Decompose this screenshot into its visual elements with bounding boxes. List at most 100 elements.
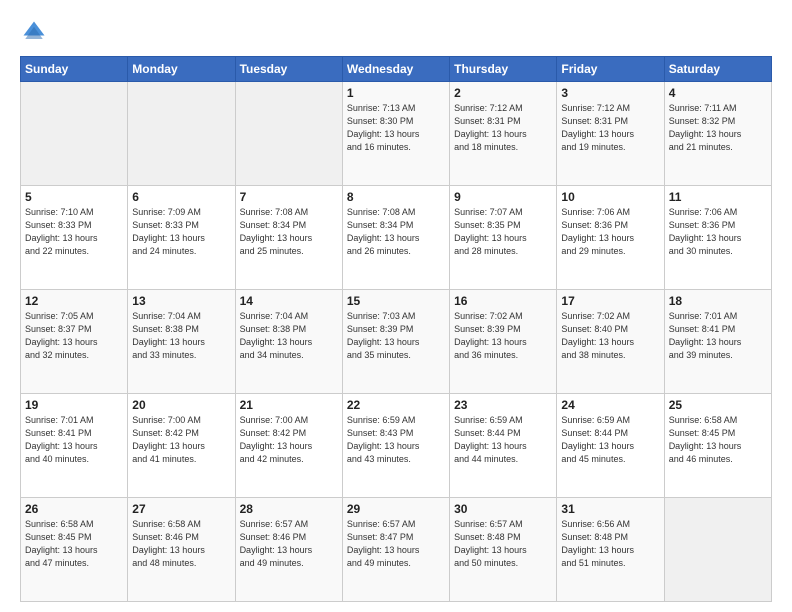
day-info: Sunrise: 7:02 AM Sunset: 8:40 PM Dayligh… [561, 310, 659, 362]
day-number: 1 [347, 86, 445, 100]
calendar-cell: 23 Sunrise: 6:59 AM Sunset: 8:44 PM Dayli… [450, 394, 557, 498]
day-number: 26 [25, 502, 123, 516]
calendar-week-row: 5Sunrise: 7:10 AM Sunset: 8:33 PM Daylig… [21, 186, 772, 290]
day-number: 13 [132, 294, 230, 308]
day-info: Sunrise: 6:58 AM Sunset: 8:45 PM Dayligh… [669, 414, 767, 466]
day-number: 15 [347, 294, 445, 308]
day-info: Sunrise: 7:06 AM Sunset: 8:36 PM Dayligh… [561, 206, 659, 258]
day-info: Sunrise: 7:12 AM Sunset: 8:31 PM Dayligh… [561, 102, 659, 154]
calendar-cell: 16 Sunrise: 7:02 AM Sunset: 8:39 PM Dayli… [450, 290, 557, 394]
calendar-week-row: 1Sunrise: 7:13 AM Sunset: 8:30 PM Daylig… [21, 82, 772, 186]
calendar-week-row: 26 Sunrise: 6:58 AM Sunset: 8:45 PM Dayli… [21, 498, 772, 602]
day-number: 20 [132, 398, 230, 412]
header [20, 18, 772, 46]
day-info: Sunrise: 7:08 AM Sunset: 8:34 PM Dayligh… [240, 206, 338, 258]
day-info: Sunrise: 7:09 AM Sunset: 8:33 PM Dayligh… [132, 206, 230, 258]
day-number: 28 [240, 502, 338, 516]
calendar-cell: 25Sunrise: 6:58 AM Sunset: 8:45 PM Dayli… [664, 394, 771, 498]
day-number: 12 [25, 294, 123, 308]
day-info: Sunrise: 7:00 AM Sunset: 8:42 PM Dayligh… [132, 414, 230, 466]
calendar-cell: 27Sunrise: 6:58 AM Sunset: 8:46 PM Dayli… [128, 498, 235, 602]
day-info: Sunrise: 7:04 AM Sunset: 8:38 PM Dayligh… [132, 310, 230, 362]
day-info: Sunrise: 7:07 AM Sunset: 8:35 PM Dayligh… [454, 206, 552, 258]
day-info: Sunrise: 6:56 AM Sunset: 8:48 PM Dayligh… [561, 518, 659, 570]
calendar-cell: 28 Sunrise: 6:57 AM Sunset: 8:46 PM Dayli… [235, 498, 342, 602]
calendar-cell: 1Sunrise: 7:13 AM Sunset: 8:30 PM Daylig… [342, 82, 449, 186]
page: SundayMondayTuesdayWednesdayThursdayFrid… [0, 0, 792, 612]
calendar-cell: 14Sunrise: 7:04 AM Sunset: 8:38 PM Dayli… [235, 290, 342, 394]
weekday-header: Sunday [21, 57, 128, 82]
calendar-cell: 2Sunrise: 7:12 AM Sunset: 8:31 PM Daylig… [450, 82, 557, 186]
calendar-cell: 24 Sunrise: 6:59 AM Sunset: 8:44 PM Dayli… [557, 394, 664, 498]
day-info: Sunrise: 6:59 AM Sunset: 8:43 PM Dayligh… [347, 414, 445, 466]
day-number: 29 [347, 502, 445, 516]
day-number: 16 [454, 294, 552, 308]
day-info: Sunrise: 6:59 AM Sunset: 8:44 PM Dayligh… [454, 414, 552, 466]
calendar-cell [21, 82, 128, 186]
day-number: 8 [347, 190, 445, 204]
day-info: Sunrise: 7:10 AM Sunset: 8:33 PM Dayligh… [25, 206, 123, 258]
calendar-cell: 8 Sunrise: 7:08 AM Sunset: 8:34 PM Daylig… [342, 186, 449, 290]
calendar-cell: 21 Sunrise: 7:00 AM Sunset: 8:42 PM Dayli… [235, 394, 342, 498]
day-number: 24 [561, 398, 659, 412]
day-info: Sunrise: 6:57 AM Sunset: 8:46 PM Dayligh… [240, 518, 338, 570]
day-number: 3 [561, 86, 659, 100]
weekday-header: Friday [557, 57, 664, 82]
calendar-table: SundayMondayTuesdayWednesdayThursdayFrid… [20, 56, 772, 602]
calendar-cell: 17 Sunrise: 7:02 AM Sunset: 8:40 PM Dayli… [557, 290, 664, 394]
calendar-cell: 5Sunrise: 7:10 AM Sunset: 8:33 PM Daylig… [21, 186, 128, 290]
day-info: Sunrise: 7:04 AM Sunset: 8:38 PM Dayligh… [240, 310, 338, 362]
calendar-cell: 22 Sunrise: 6:59 AM Sunset: 8:43 PM Dayli… [342, 394, 449, 498]
day-number: 11 [669, 190, 767, 204]
day-info: Sunrise: 6:58 AM Sunset: 8:46 PM Dayligh… [132, 518, 230, 570]
calendar-cell: 18 Sunrise: 7:01 AM Sunset: 8:41 PM Dayli… [664, 290, 771, 394]
calendar-cell: 29 Sunrise: 6:57 AM Sunset: 8:47 PM Dayli… [342, 498, 449, 602]
day-info: Sunrise: 7:00 AM Sunset: 8:42 PM Dayligh… [240, 414, 338, 466]
day-info: Sunrise: 7:06 AM Sunset: 8:36 PM Dayligh… [669, 206, 767, 258]
day-info: Sunrise: 6:57 AM Sunset: 8:47 PM Dayligh… [347, 518, 445, 570]
day-info: Sunrise: 6:58 AM Sunset: 8:45 PM Dayligh… [25, 518, 123, 570]
day-number: 9 [454, 190, 552, 204]
calendar-week-row: 12 Sunrise: 7:05 AM Sunset: 8:37 PM Dayli… [21, 290, 772, 394]
weekday-header: Tuesday [235, 57, 342, 82]
day-info: Sunrise: 7:12 AM Sunset: 8:31 PM Dayligh… [454, 102, 552, 154]
day-number: 23 [454, 398, 552, 412]
day-info: Sunrise: 7:02 AM Sunset: 8:39 PM Dayligh… [454, 310, 552, 362]
day-number: 17 [561, 294, 659, 308]
day-number: 30 [454, 502, 552, 516]
day-info: Sunrise: 6:57 AM Sunset: 8:48 PM Dayligh… [454, 518, 552, 570]
calendar-cell [128, 82, 235, 186]
calendar-cell: 26 Sunrise: 6:58 AM Sunset: 8:45 PM Dayli… [21, 498, 128, 602]
calendar-cell: 10 Sunrise: 7:06 AM Sunset: 8:36 PM Dayli… [557, 186, 664, 290]
day-number: 10 [561, 190, 659, 204]
calendar-cell [664, 498, 771, 602]
day-number: 22 [347, 398, 445, 412]
calendar-cell: 12 Sunrise: 7:05 AM Sunset: 8:37 PM Dayli… [21, 290, 128, 394]
calendar-cell: 15 Sunrise: 7:03 AM Sunset: 8:39 PM Dayli… [342, 290, 449, 394]
logo-icon [20, 18, 48, 46]
calendar-cell: 4Sunrise: 7:11 AM Sunset: 8:32 PM Daylig… [664, 82, 771, 186]
day-info: Sunrise: 7:01 AM Sunset: 8:41 PM Dayligh… [669, 310, 767, 362]
day-info: Sunrise: 6:59 AM Sunset: 8:44 PM Dayligh… [561, 414, 659, 466]
weekday-header: Monday [128, 57, 235, 82]
logo [20, 18, 52, 46]
weekday-header: Wednesday [342, 57, 449, 82]
weekday-header: Saturday [664, 57, 771, 82]
calendar-cell: 7 Sunrise: 7:08 AM Sunset: 8:34 PM Daylig… [235, 186, 342, 290]
calendar-week-row: 19Sunrise: 7:01 AM Sunset: 8:41 PM Dayli… [21, 394, 772, 498]
calendar-header-row: SundayMondayTuesdayWednesdayThursdayFrid… [21, 57, 772, 82]
day-info: Sunrise: 7:01 AM Sunset: 8:41 PM Dayligh… [25, 414, 123, 466]
calendar-cell [235, 82, 342, 186]
day-info: Sunrise: 7:08 AM Sunset: 8:34 PM Dayligh… [347, 206, 445, 258]
calendar-cell: 9 Sunrise: 7:07 AM Sunset: 8:35 PM Daylig… [450, 186, 557, 290]
day-info: Sunrise: 7:03 AM Sunset: 8:39 PM Dayligh… [347, 310, 445, 362]
calendar-cell: 11 Sunrise: 7:06 AM Sunset: 8:36 PM Dayli… [664, 186, 771, 290]
day-number: 7 [240, 190, 338, 204]
calendar-cell: 30 Sunrise: 6:57 AM Sunset: 8:48 PM Dayli… [450, 498, 557, 602]
day-number: 21 [240, 398, 338, 412]
day-info: Sunrise: 7:05 AM Sunset: 8:37 PM Dayligh… [25, 310, 123, 362]
day-number: 4 [669, 86, 767, 100]
day-number: 18 [669, 294, 767, 308]
calendar-cell: 3 Sunrise: 7:12 AM Sunset: 8:31 PM Daylig… [557, 82, 664, 186]
calendar-cell: 13 Sunrise: 7:04 AM Sunset: 8:38 PM Dayli… [128, 290, 235, 394]
